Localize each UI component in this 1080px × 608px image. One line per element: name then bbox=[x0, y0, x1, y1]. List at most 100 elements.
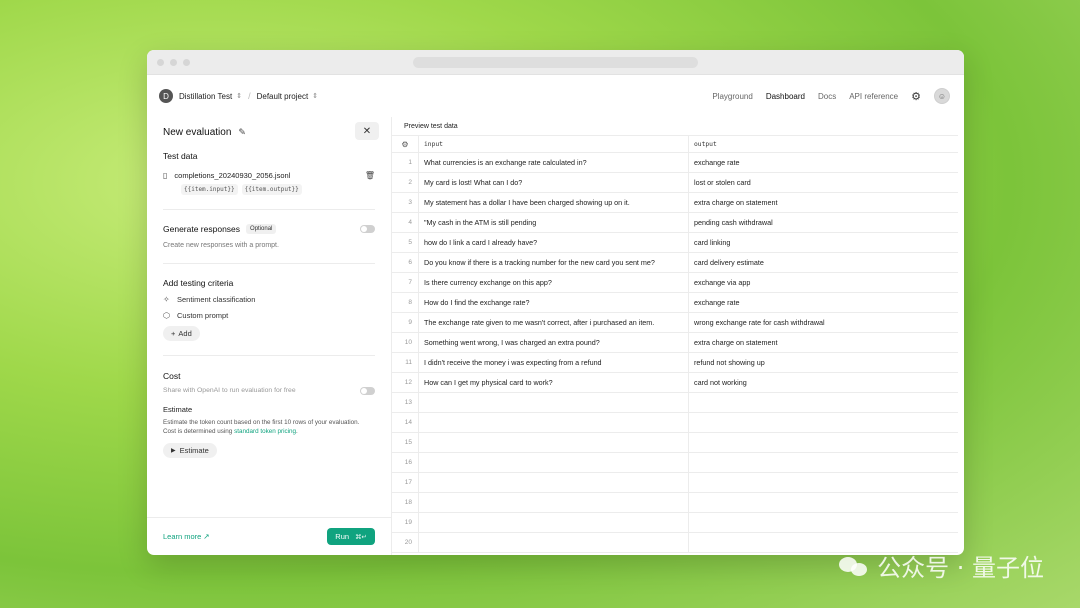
table-row[interactable]: 15 bbox=[392, 433, 958, 453]
cell-input[interactable] bbox=[418, 473, 688, 492]
tag-output: {{item.output}} bbox=[241, 184, 302, 195]
cell-input[interactable]: I didn't receive the money i was expecti… bbox=[418, 353, 688, 372]
trash-icon[interactable]: 🗑 bbox=[365, 171, 375, 180]
cell-input[interactable]: My card is lost! What can I do? bbox=[418, 173, 688, 192]
window-maximize-dot[interactable] bbox=[183, 59, 190, 66]
table-row[interactable]: 6 Do you know if there is a tracking numb… bbox=[392, 253, 958, 273]
play-icon: ▶ bbox=[171, 448, 176, 455]
cell-input[interactable]: Something went wrong, I was charged an e… bbox=[418, 333, 688, 352]
nav-dashboard[interactable]: Dashboard bbox=[766, 92, 805, 101]
cell-output[interactable] bbox=[688, 513, 958, 532]
learn-more-link[interactable]: Learn more ↗ bbox=[163, 532, 210, 541]
cell-output[interactable]: exchange rate bbox=[688, 293, 958, 312]
cell-output[interactable] bbox=[688, 473, 958, 492]
project-switcher[interactable]: Default project ⇕ bbox=[257, 92, 318, 101]
criteria-item-custom[interactable]: ⬡ Custom prompt bbox=[163, 311, 375, 320]
generate-toggle[interactable] bbox=[360, 225, 375, 233]
column-header-input: input bbox=[418, 136, 688, 152]
table-row[interactable]: 17 bbox=[392, 473, 958, 493]
table-row[interactable]: 3 My statement has a dollar I have been c… bbox=[392, 193, 958, 213]
chevron-updown-icon: ⇕ bbox=[236, 93, 243, 100]
cell-input[interactable]: "My cash in the ATM is still pending bbox=[418, 213, 688, 232]
estimate-desc-line2: Cost is determined using bbox=[163, 428, 233, 436]
cell-input[interactable] bbox=[418, 453, 688, 472]
tag-input: {{item.input}} bbox=[181, 184, 238, 195]
share-toggle[interactable] bbox=[360, 387, 375, 395]
cell-input[interactable]: My statement has a dollar I have been ch… bbox=[418, 193, 688, 212]
cell-input[interactable]: how do I link a card I already have? bbox=[418, 233, 688, 252]
gear-icon[interactable]: ⚙ bbox=[911, 90, 921, 103]
criteria-item-sentiment[interactable]: ✧ Sentiment classification bbox=[163, 295, 375, 304]
cost-title: Cost bbox=[163, 371, 181, 381]
window-minimize-dot[interactable] bbox=[170, 59, 177, 66]
cell-input[interactable]: How can I get my physical card to work? bbox=[418, 373, 688, 392]
table-row[interactable]: 9 The exchange rate given to me wasn't co… bbox=[392, 313, 958, 333]
cell-input[interactable] bbox=[418, 513, 688, 532]
close-button[interactable]: ✕ bbox=[355, 122, 379, 140]
table-row[interactable]: 4 "My cash in the ATM is still pending pen… bbox=[392, 213, 958, 233]
nav-api-reference[interactable]: API reference bbox=[849, 92, 898, 101]
table-row[interactable]: 7 Is there currency exchange on this app?… bbox=[392, 273, 958, 293]
test-data-title: Test data bbox=[163, 151, 198, 161]
window-close-dot[interactable] bbox=[157, 59, 164, 66]
gear-icon[interactable]: ⚙ bbox=[392, 136, 418, 152]
cell-output[interactable]: extra charge on statement bbox=[688, 193, 958, 212]
cell-output[interactable]: wrong exchange rate for cash withdrawal bbox=[688, 313, 958, 332]
nav-playground[interactable]: Playground bbox=[712, 92, 752, 101]
panel-header: New evaluation ✎ bbox=[163, 117, 375, 147]
cell-output[interactable]: card not working bbox=[688, 373, 958, 392]
table-row[interactable]: 14 bbox=[392, 413, 958, 433]
token-pricing-link[interactable]: standard token pricing bbox=[234, 428, 296, 435]
cell-input[interactable] bbox=[418, 393, 688, 412]
cell-output[interactable]: refund not showing up bbox=[688, 353, 958, 372]
cell-input[interactable] bbox=[418, 493, 688, 512]
table-row[interactable]: 2 My card is lost! What can I do? lost or … bbox=[392, 173, 958, 193]
cell-output[interactable] bbox=[688, 393, 958, 412]
table-row[interactable]: 11 I didn't receive the money i was expec… bbox=[392, 353, 958, 373]
cell-output[interactable] bbox=[688, 413, 958, 432]
pencil-icon[interactable]: ✎ bbox=[238, 127, 246, 138]
address-bar[interactable] bbox=[413, 57, 698, 68]
cell-output[interactable]: pending cash withdrawal bbox=[688, 213, 958, 232]
table-row[interactable]: 18 bbox=[392, 493, 958, 513]
optional-badge: Optional bbox=[246, 224, 277, 234]
cell-input[interactable]: Do you know if there is a tracking numbe… bbox=[418, 253, 688, 272]
cell-output[interactable] bbox=[688, 453, 958, 472]
table-row[interactable]: 10 Something went wrong, I was charged an… bbox=[392, 333, 958, 353]
criteria-title: Add testing criteria bbox=[163, 278, 234, 288]
cell-output[interactable]: card linking bbox=[688, 233, 958, 252]
cell-input[interactable] bbox=[418, 533, 688, 552]
table-row[interactable]: 5 how do I link a card I already have? car… bbox=[392, 233, 958, 253]
table-row[interactable]: 8 How do I find the exchange rate? exchang… bbox=[392, 293, 958, 313]
cell-input[interactable]: The exchange rate given to me wasn't cor… bbox=[418, 313, 688, 332]
table-row[interactable]: 19 bbox=[392, 513, 958, 533]
evaluation-panel: New evaluation ✎ ✕ Test data ▯ completio… bbox=[147, 117, 392, 555]
cell-input[interactable]: What currencies is an exchange rate calc… bbox=[418, 153, 688, 172]
cell-input[interactable] bbox=[418, 413, 688, 432]
row-index: 14 bbox=[404, 419, 412, 426]
avatar[interactable]: ☺ bbox=[934, 88, 950, 104]
cell-input[interactable]: How do I find the exchange rate? bbox=[418, 293, 688, 312]
org-avatar[interactable]: D bbox=[159, 89, 173, 103]
add-label: Add bbox=[178, 329, 192, 338]
cell-output[interactable]: lost or stolen card bbox=[688, 173, 958, 192]
table-row[interactable]: 13 bbox=[392, 393, 958, 413]
criteria-label: Custom prompt bbox=[177, 311, 229, 320]
estimate-button[interactable]: ▶ Estimate bbox=[163, 443, 217, 459]
org-switcher[interactable]: Distillation Test ⇕ bbox=[179, 92, 242, 101]
cell-output[interactable]: card delivery estimate bbox=[688, 253, 958, 272]
window-controls bbox=[157, 59, 190, 66]
cell-output[interactable]: exchange via app bbox=[688, 273, 958, 292]
table-row[interactable]: 16 bbox=[392, 453, 958, 473]
table-row[interactable]: 12 How can I get my physical card to work… bbox=[392, 373, 958, 393]
cell-input[interactable]: Is there currency exchange on this app? bbox=[418, 273, 688, 292]
cell-input[interactable] bbox=[418, 433, 688, 452]
add-criteria-button[interactable]: + Add bbox=[163, 326, 200, 341]
cell-output[interactable]: exchange rate bbox=[688, 153, 958, 172]
cell-output[interactable] bbox=[688, 433, 958, 452]
cell-output[interactable] bbox=[688, 493, 958, 512]
table-row[interactable]: 1 What currencies is an exchange rate cal… bbox=[392, 153, 958, 173]
cell-output[interactable]: extra charge on statement bbox=[688, 333, 958, 352]
run-button[interactable]: Run ⌘↵ bbox=[327, 528, 375, 545]
nav-docs[interactable]: Docs bbox=[818, 92, 836, 101]
